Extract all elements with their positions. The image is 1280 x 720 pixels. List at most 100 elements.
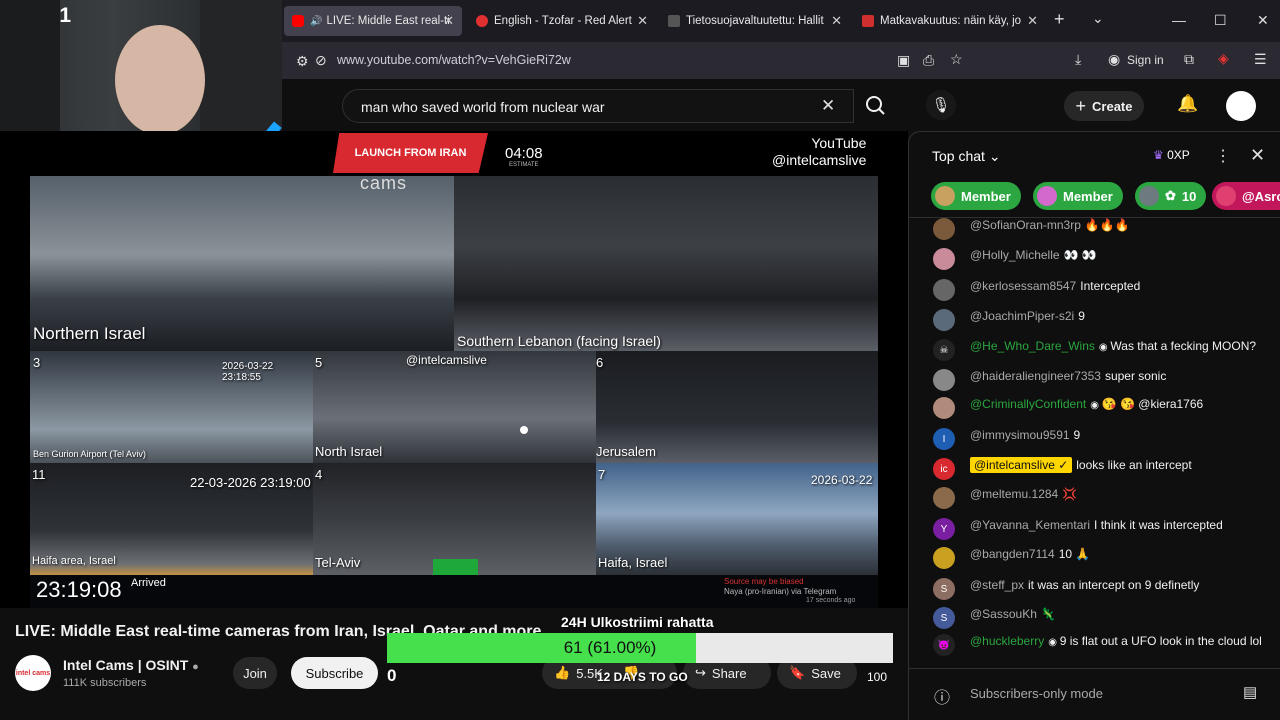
extensions-icon[interactable]: ⧉ [1184, 51, 1194, 68]
speaker-icon[interactable]: 🔊 [310, 16, 322, 27]
xp-badge[interactable]: ♛ 0XP [1153, 148, 1190, 162]
search-button[interactable] [854, 89, 898, 123]
chat-mode-dropdown[interactable]: Top chat ⌄ [932, 148, 1001, 165]
clear-search-icon[interactable]: ✕ [821, 96, 835, 116]
bookmark-star-icon[interactable]: ☆ [950, 51, 963, 68]
chat-text: 💢 [1062, 487, 1078, 501]
avatar[interactable]: 😈 [933, 634, 955, 656]
chat-text: super sonic [1104, 369, 1167, 383]
close-icon[interactable]: ✕ [1027, 13, 1038, 29]
create-button[interactable]: + Create [1064, 91, 1144, 121]
close-icon[interactable]: ✕ [831, 13, 842, 29]
avatar[interactable]: S [933, 607, 955, 629]
ticker-chip[interactable]: @Asrok [1212, 182, 1280, 210]
chat-message-body: @kerlosessam8547 Intercepted [970, 279, 1270, 294]
site-settings-icon[interactable]: ⚙ [296, 53, 309, 70]
tab-list-chevron-icon[interactable]: ⌄ [1092, 10, 1104, 27]
channel-name[interactable]: Intel Cams | OSINT ● [63, 657, 199, 673]
account-icon[interactable]: ◉ [1108, 51, 1120, 68]
chat-author[interactable]: @haideraliengineer7353 [970, 369, 1101, 383]
picture-in-picture-icon[interactable]: ▣ [897, 52, 910, 69]
avatar[interactable]: Y [933, 518, 955, 540]
avatar [1037, 186, 1057, 206]
more-options-icon[interactable]: ⋮ [1215, 146, 1231, 166]
channel-avatar[interactable]: intel cams [15, 655, 51, 691]
chat-author[interactable]: @Yavanna_Kementari [970, 518, 1090, 532]
notifications-bell-icon[interactable]: 🔔 [1177, 94, 1198, 114]
is-favicon-icon [668, 15, 680, 27]
tracking-protection-icon[interactable]: ⊘ [315, 52, 327, 69]
chat-author[interactable]: @He_Who_Dare_Wins [970, 339, 1095, 353]
close-icon[interactable]: ✕ [443, 13, 454, 29]
chat-author[interactable]: @kerlosessam8547 [970, 279, 1076, 293]
tab-tzofar[interactable]: English - Tzofar - Red Alert ✕ [468, 6, 656, 36]
chat-author[interactable]: @Holly_Michelle [970, 248, 1060, 262]
chat-author[interactable]: @intelcamslive ✓ [970, 457, 1073, 473]
voice-search-icon[interactable]: 🎙 [926, 90, 956, 120]
avatar[interactable]: I [933, 428, 955, 450]
avatar[interactable] [933, 218, 955, 240]
avatar[interactable] [933, 279, 955, 301]
info-icon[interactable]: ⓘ [934, 684, 950, 708]
chat-author[interactable]: @meltemu.1284 [970, 487, 1058, 501]
subscriber-count: 111K subscribers [63, 677, 147, 689]
close-window-icon[interactable]: ✕ [1257, 12, 1269, 29]
green-overlay [433, 559, 478, 575]
chat-message-body: @Yavanna_Kementari I think it was interce… [970, 518, 1270, 533]
search-box[interactable]: man who saved world from nuclear war ✕ [342, 89, 854, 123]
avatar[interactable] [933, 547, 955, 569]
search-input[interactable]: man who saved world from nuclear war [361, 99, 605, 115]
tab-matkavakuutus[interactable]: Matkavakuutus: näin käy, jo ✕ [854, 6, 1046, 36]
join-button[interactable]: Join [233, 657, 277, 689]
chat-author[interactable]: @immysimou9591 [970, 428, 1070, 442]
chip-label: Member [961, 188, 1011, 204]
chat-author[interactable]: @SofianOran-mn3rp [970, 218, 1081, 232]
ticker-chip[interactable]: Member [1033, 182, 1123, 210]
save-page-icon[interactable]: ⎙ [923, 52, 934, 69]
chat-message-list[interactable]: @SofianOran-mn3rp 🔥🔥🔥 @Holly_Michelle 👀 👀 @k… [909, 218, 1280, 668]
channel-watermark: YouTube @intelcamslive [772, 135, 866, 169]
tab-youtube[interactable]: 🔊 LIVE: Middle East real-ti ✕ [284, 6, 462, 36]
maximize-icon[interactable]: ☐ [1214, 12, 1227, 29]
menu-hamburger-icon[interactable]: ☰ [1254, 51, 1267, 68]
avatar[interactable] [933, 487, 955, 509]
video-player[interactable]: Northern Israel Southern Lebanon (facing… [0, 131, 908, 608]
cam-haifa-area: 11 22-03-2026 23:19:00 Haifa area, Israe… [30, 463, 313, 575]
cam-label: Haifa, Israel [598, 555, 668, 570]
ticker-chip[interactable]: Member [931, 182, 1021, 210]
minimize-icon[interactable]: — [1172, 12, 1186, 28]
extension-badge-icon[interactable]: ◈ [1218, 50, 1229, 67]
launch-banner: LAUNCH FROM IRAN [333, 133, 488, 173]
url-field[interactable]: www.youtube.com/watch?v=VehGieRi72w [337, 53, 571, 67]
chat-author[interactable]: @JoachimPiper-s2i [970, 309, 1074, 323]
chat-author[interactable]: @steff_px [970, 578, 1024, 592]
cam-label: Southern Lebanon (facing Israel) [457, 333, 661, 349]
sign-in-link[interactable]: Sign in [1127, 53, 1164, 67]
close-icon[interactable]: ✕ [637, 13, 648, 29]
close-chat-icon[interactable]: ✕ [1250, 145, 1265, 166]
avatar[interactable]: ☠ [933, 339, 955, 361]
gift-icon: ✿ [1165, 188, 1176, 203]
chat-message-body: @CriminallyConfident ◉ 😘 😘 @kiera1766 [970, 397, 1270, 413]
chat-author[interactable]: @CriminallyConfident [970, 397, 1086, 411]
avatar[interactable]: ic [933, 458, 955, 480]
download-icon[interactable]: ⤓ [1075, 51, 1081, 68]
xp-label: 0XP [1167, 148, 1190, 162]
avatar[interactable]: S [933, 578, 955, 600]
cam-timestamp: 2026-03-22 23:18:55 [222, 361, 274, 383]
avatar[interactable] [1226, 91, 1256, 121]
new-tab-icon[interactable]: + [1054, 9, 1065, 30]
avatar[interactable] [933, 309, 955, 331]
avatar [935, 186, 955, 206]
avatar[interactable] [933, 397, 955, 419]
chat-footer: ⓘ Subscribers-only mode ▤ [909, 668, 1280, 720]
chat-author[interactable]: @huckleberry [970, 634, 1044, 648]
super-chat-icon[interactable]: ▤ [1243, 683, 1257, 701]
tab-tietosuoja[interactable]: Tietosuojavaltuutettu: Hallit ✕ [660, 6, 850, 36]
chat-author[interactable]: @SassouKh [970, 607, 1037, 621]
chat-author[interactable]: @bangden7114 [970, 547, 1055, 561]
subscribe-button[interactable]: Subscribe [291, 657, 378, 689]
avatar[interactable] [933, 248, 955, 270]
avatar[interactable] [933, 369, 955, 391]
ticker-chip[interactable]: ✿ 10 [1135, 182, 1207, 210]
